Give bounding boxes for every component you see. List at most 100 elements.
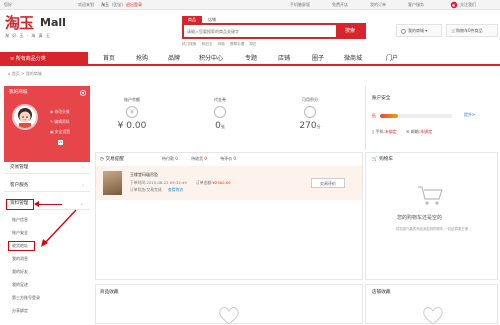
cart-label: 购物车0件商品 — [455, 28, 483, 33]
section-trade-label: 交易管理 — [10, 165, 29, 170]
top-bar: 您好 欢迎来到 淘玉 (团宝) 退出登录 手机触屏版 免费开店 我的订单 客户服… — [0, 0, 500, 10]
logout-link[interactable]: 退出登录 — [126, 2, 142, 8]
avatar[interactable] — [12, 104, 38, 130]
chevron-right-icon: › — [82, 183, 84, 189]
divider — [365, 86, 366, 150]
user-tag: (团宝) — [112, 2, 124, 7]
all-categories-button[interactable]: ≡ 所有商品分类 — [0, 52, 88, 66]
phone-status: 未绑定 — [384, 129, 397, 134]
mobile-link[interactable]: 手机触屏版 — [290, 2, 310, 8]
logo-cn[interactable]: 淘玉 — [5, 12, 34, 33]
cart-button[interactable]: 🛒购物车0件商品 — [446, 24, 498, 37]
coupon-icon — [214, 106, 226, 118]
follow-us-link[interactable]: 关注我们 — [460, 2, 476, 8]
order-tabs: 待付款 0 待收货 0 待评价 0 — [162, 156, 236, 162]
nav-home[interactable]: 首页 — [103, 52, 115, 66]
tab-pending-payment[interactable]: 待付款 0 — [162, 156, 178, 161]
balance-stat[interactable]: 账户余额 ¥ ¥ 0.00 — [112, 97, 152, 131]
my-mall-button[interactable]: 我的商城 ▾ — [396, 24, 442, 37]
customer-service-link[interactable]: 客户服务 — [408, 2, 424, 8]
chevron-down-icon: ▾ — [425, 28, 428, 33]
search-input[interactable] — [184, 25, 336, 37]
chevron-down-icon: ⌄ — [79, 201, 84, 207]
breadcrumb: ⌂ 首页 > 我的商城 — [8, 71, 42, 77]
weibo-icon[interactable] — [450, 1, 458, 9]
security-title: 账户安全 — [372, 96, 391, 101]
nav-circles[interactable]: 圈子 — [312, 52, 324, 66]
nav-topics[interactable]: 专题 — [245, 52, 257, 66]
coupon-value: 0张 — [215, 121, 225, 131]
hot-word[interactable]: 翡翠手镯 — [230, 42, 244, 46]
favorite-goods-title: 商品收藏 — [100, 290, 119, 295]
vip-badge: V1 — [58, 140, 63, 145]
security-level-bar — [380, 114, 452, 118]
yen-icon: ¥ — [126, 106, 138, 118]
nav-flash-sale[interactable]: 抢购 — [136, 52, 148, 66]
empty-cart-subtitle: 将您感兴趣的商品添加到购物车,一站结算更方便 — [395, 227, 469, 231]
section-trade[interactable]: 交易管理 › — [4, 162, 90, 174]
greeting: 您好 — [4, 2, 12, 7]
annotation-box — [8, 241, 35, 251]
nav-portal[interactable]: 门户 — [386, 52, 398, 66]
chevron-right-icon: › — [82, 165, 84, 171]
balance-value: ¥ 0.00 — [117, 121, 147, 131]
empty-cart-title: 您的购物车还是空的 — [397, 215, 443, 221]
points-stat[interactable]: 可用积分 270分 — [290, 97, 330, 131]
hot-word[interactable]: 和田玉 — [202, 42, 213, 46]
sub-footprint[interactable]: 我的足迹 — [12, 282, 28, 288]
section-service[interactable]: 客户服务 › — [4, 180, 90, 192]
phone-icon: ▯ — [372, 129, 375, 134]
nav-brand[interactable]: 品牌 — [168, 52, 180, 66]
my-orders-link[interactable]: 我的订单 — [370, 2, 386, 8]
nav-points[interactable]: 积分中心 — [199, 52, 223, 66]
sub-account-security[interactable]: 账户安全 — [12, 230, 28, 236]
phone-row[interactable]: ▯ 手机:未绑定 ✉ 邮箱:未绑定 — [372, 129, 432, 135]
breadcrumb-text[interactable]: 首页 > 我的商城 — [12, 71, 42, 76]
settings-icon[interactable] — [79, 89, 87, 97]
review-button[interactable]: 交易评价 — [311, 178, 345, 188]
orders-title: ◷ 交易提醒 — [100, 156, 124, 162]
all-categories-label: 所有商品分类 — [15, 56, 46, 62]
security-settings-link[interactable]: ▣ 安全设置 — [50, 129, 70, 135]
section-service-label: 客户服务 — [10, 183, 29, 188]
order-item-thumbnail[interactable] — [103, 171, 122, 195]
orders-title-text: 交易提醒 — [105, 157, 124, 162]
main-nav: ≡ 所有商品分类 首页 抢购 品牌 积分中心 专题 店铺 圈子 微商城 门户 — [0, 52, 500, 66]
improve-security-link[interactable]: 提升> — [464, 112, 475, 118]
hot-word[interactable]: 玛瑙 — [217, 42, 224, 46]
search-tab-store[interactable]: 店铺 — [202, 16, 222, 23]
sidebar-title[interactable]: 我的商城 — [9, 89, 27, 95]
view-logistics-link[interactable]: 查看物流 — [168, 187, 183, 192]
site-name-link[interactable]: 淘玉 — [101, 2, 109, 8]
sub-account-info[interactable]: 账户信息 — [12, 217, 28, 223]
phone-label: 手机: — [375, 129, 385, 134]
empty-cart-icon — [416, 184, 444, 206]
edit-profile-link[interactable]: ✎ 编辑资料 — [50, 119, 70, 125]
sub-third-party-login[interactable]: 第三方账号登录 — [12, 295, 40, 301]
heart-icon — [420, 306, 446, 325]
search-button[interactable]: 搜索 — [336, 25, 364, 37]
logo-mall[interactable]: Mall — [40, 16, 66, 29]
cart-panel-title: 🛒 购物车 — [372, 157, 393, 162]
sub-friends[interactable]: 我的好友 — [12, 269, 28, 275]
sub-share-binding[interactable]: 分享绑定 — [12, 308, 28, 314]
search-tabs: 商品 店铺 — [182, 16, 222, 23]
edit-profile-label: 编辑资料 — [54, 119, 70, 124]
annotation-box — [6, 199, 34, 210]
security-level-label: 低 — [372, 113, 376, 118]
open-store-link[interactable]: 免费开店 — [332, 2, 348, 8]
annotation-arrow-2 — [40, 208, 80, 248]
nav-weishop[interactable]: 微商城 — [344, 52, 362, 66]
order-status: 订单状态:交易完成 查看物流 — [130, 187, 184, 192]
order-item-name[interactable]: 玉缘堂玛瑙吊坠 — [130, 172, 158, 178]
nav-stores[interactable]: 店铺 — [278, 52, 290, 66]
tab-pending-receipt[interactable]: 待收货 0 — [191, 156, 207, 161]
hot-searches: 热门搜索 和田玉 玛瑙 翡翠手镯 原石 — [182, 42, 261, 47]
search-tab-goods[interactable]: 商品 — [182, 16, 202, 23]
tab-pending-review[interactable]: 待评价 0 — [220, 156, 236, 161]
hot-word[interactable]: 原石 — [249, 42, 256, 46]
sub-messages[interactable]: 我的消息 — [12, 256, 28, 262]
coupon-stat[interactable]: 代金券 0张 — [200, 97, 240, 131]
edit-avatar-link[interactable]: ◉ 修改头像 — [50, 109, 70, 115]
edit-avatar-label: 修改头像 — [54, 109, 70, 114]
